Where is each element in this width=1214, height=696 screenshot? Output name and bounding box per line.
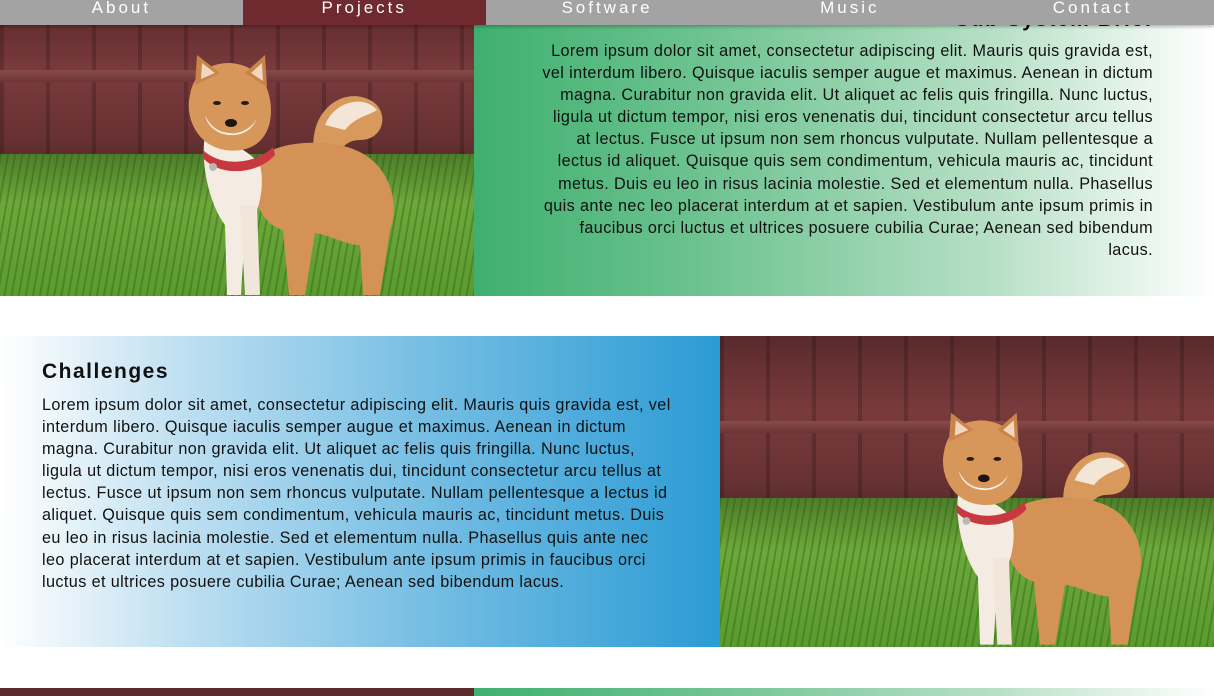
- nav-about[interactable]: About: [0, 0, 243, 25]
- brief-text: Lorem ipsum dolor sit amet, consectetur …: [542, 42, 1153, 259]
- brief-panel: Sub System Brief Lorem ipsum dolor sit a…: [474, 0, 1214, 296]
- next-section-photo: [0, 688, 474, 696]
- top-nav: About Projects Software Music Contact: [0, 0, 1214, 25]
- shiba-dog-figure: [188, 55, 394, 295]
- challenges-panel: Challenges Lorem ipsum dolor sit amet, c…: [0, 336, 720, 647]
- challenges-text: Lorem ipsum dolor sit amet, consectetur …: [42, 396, 671, 591]
- nav-software[interactable]: Software: [486, 0, 729, 25]
- challenges-title: Challenges: [42, 360, 170, 383]
- next-section-panel: [474, 688, 1214, 696]
- dog-photo: [0, 0, 474, 296]
- dog-photo: [720, 336, 1214, 647]
- nav-music[interactable]: Music: [728, 0, 971, 25]
- shiba-dog-figure: [942, 412, 1142, 645]
- nav-contact[interactable]: Contact: [971, 0, 1214, 25]
- nav-projects[interactable]: Projects: [242, 0, 486, 25]
